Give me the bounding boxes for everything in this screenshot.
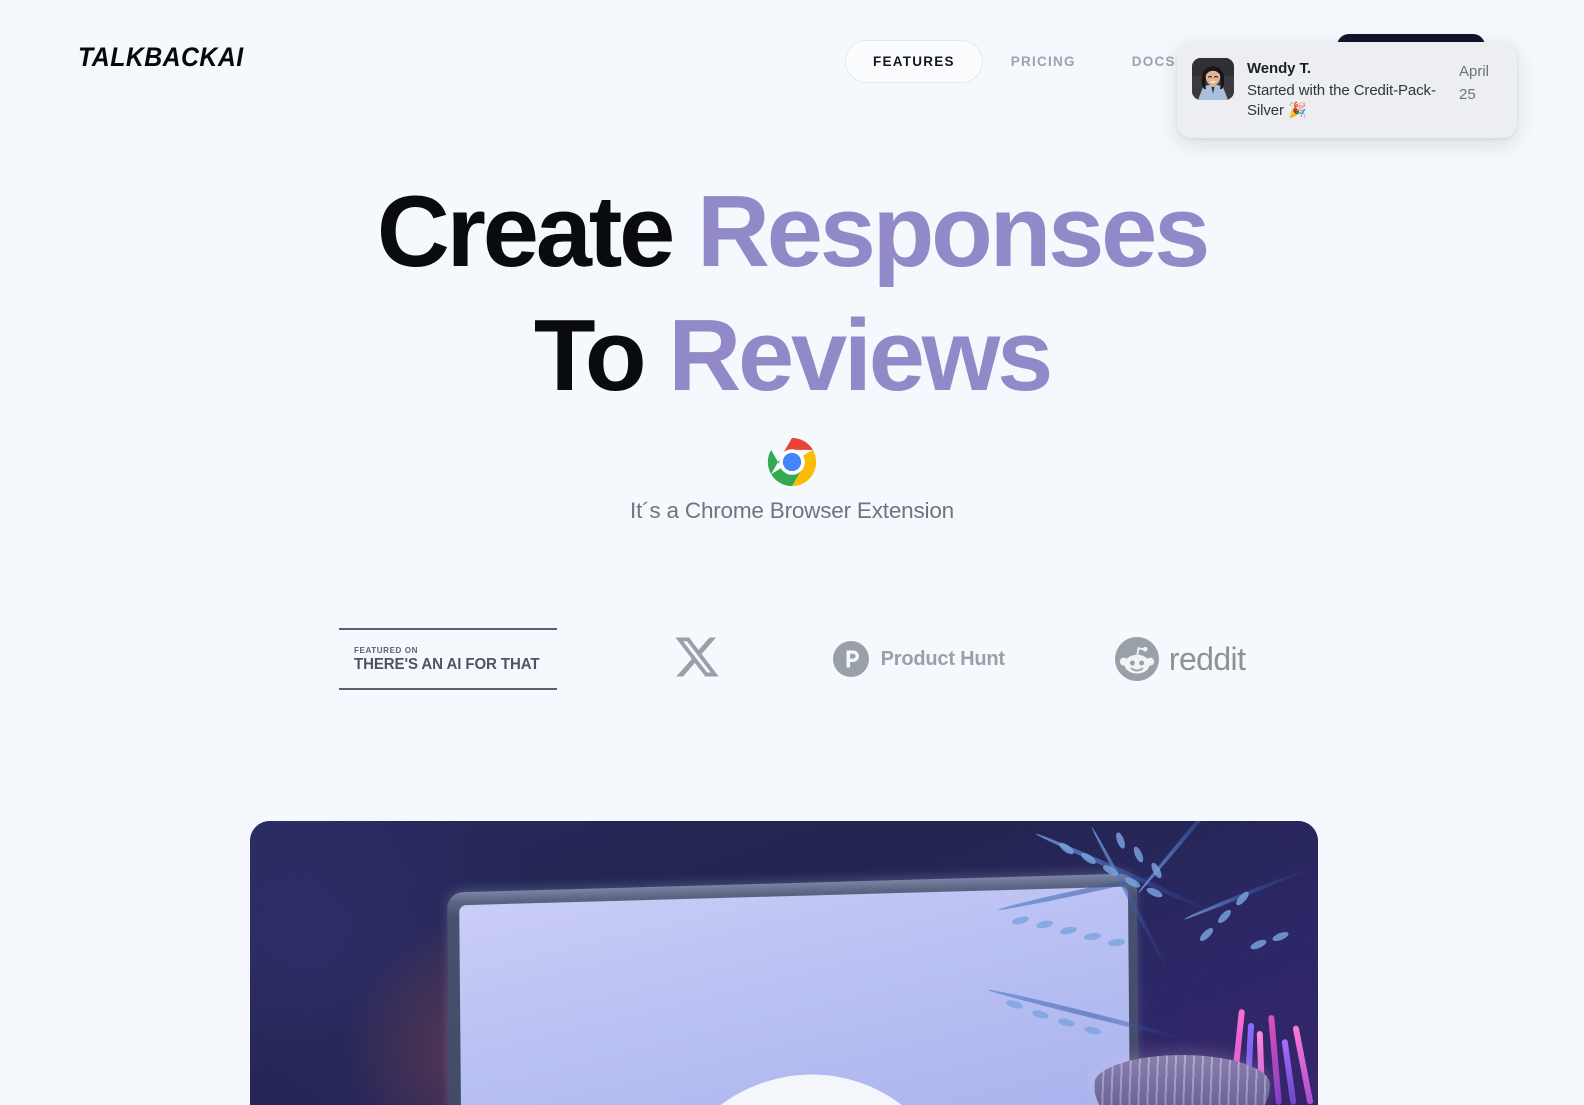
headline-plain-2: To	[533, 300, 669, 413]
social-proof-row: FEATURED ON THERE'S AN AI FOR THAT Produ…	[0, 628, 1584, 690]
taaft-featured-label: FEATURED ON	[353, 644, 418, 655]
page-title: Create Responses To Reviews	[0, 170, 1584, 418]
hero-image-screen-circle	[657, 1070, 960, 1105]
theres-an-ai-for-that-badge[interactable]: FEATURED ON THERE'S AN AI FOR THAT	[338, 628, 557, 690]
product-hunt-logo	[832, 641, 869, 677]
toast-message: Started with the Credit-Pack-Silver 🎉	[1247, 81, 1436, 120]
reddit-snoo-logo	[1114, 637, 1159, 681]
hero-image-plant	[988, 821, 1318, 1105]
product-hunt-label: Product Hunt	[880, 647, 1005, 670]
hero-subtitle: It´s a Chrome Browser Extension	[630, 498, 954, 523]
toast-user-name: Wendy T.	[1247, 60, 1311, 77]
hero-image-vase	[1094, 1055, 1270, 1105]
chrome-logo	[767, 437, 817, 487]
main-navigation: FEATURES PRICING DOCS	[845, 40, 1204, 83]
nav-item-features[interactable]: FEATURES	[845, 40, 983, 83]
avatar	[1192, 58, 1234, 100]
hero-image	[250, 821, 1318, 1105]
brand-logo[interactable]: TALKBACKAI	[78, 42, 244, 73]
toast-notification[interactable]: Wendy T. Started with the Credit-Pack-Si…	[1177, 42, 1517, 138]
x-twitter-logo	[675, 637, 719, 676]
taaft-text-block: FEATURED ON THERE'S AN AI FOR THAT	[353, 644, 545, 673]
headline-accent-2: Reviews	[668, 300, 1053, 413]
avatar-photo	[1192, 58, 1234, 100]
headline-line-1: Create Responses	[0, 170, 1584, 294]
reddit-link[interactable]: reddit	[1114, 637, 1246, 681]
chrome-logo-wrapper	[0, 433, 1584, 491]
x-twitter-link[interactable]	[673, 633, 721, 686]
headline-accent-1: Responses	[696, 176, 1210, 288]
nav-item-pricing[interactable]: PRICING	[983, 40, 1104, 83]
headline-plain-1: Create	[376, 176, 697, 288]
product-hunt-link[interactable]: Product Hunt	[832, 641, 1005, 677]
headline-line-2: To Reviews	[0, 294, 1584, 418]
toast-body: Wendy T. Started with the Credit-Pack-Si…	[1247, 58, 1446, 122]
taaft-name-label: THERE'S AN AI FOR THAT	[353, 656, 540, 673]
toast-date: April 25	[1459, 63, 1490, 104]
reddit-label: reddit	[1168, 640, 1246, 677]
